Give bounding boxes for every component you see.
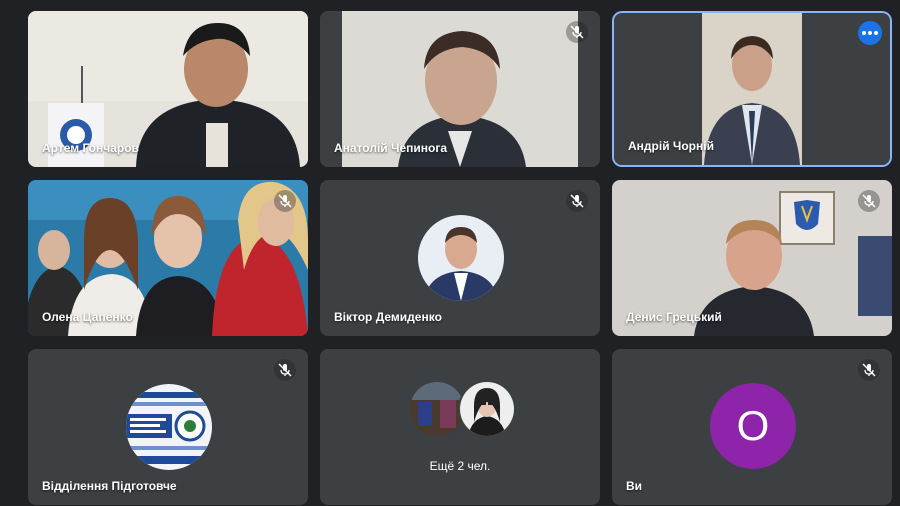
participant-tile-self[interactable]: О Ви <box>612 349 892 505</box>
participant-name: Віктор Демиденко <box>334 310 442 324</box>
mic-off-icon <box>566 21 588 43</box>
participant-name: Відділення Підготовче <box>42 479 177 493</box>
mic-off-icon <box>566 190 588 212</box>
more-horiz-icon[interactable] <box>858 21 882 45</box>
mic-off-icon <box>274 190 296 212</box>
more-participants-tile[interactable]: Ещё 2 чел. <box>320 349 600 505</box>
participant-name: Артем Гончаров <box>42 141 139 155</box>
avatar: О <box>710 383 796 469</box>
participant-tile-active[interactable]: Андрій Чорній <box>614 13 890 165</box>
participant-name: Андрій Чорній <box>628 139 714 153</box>
participant-name: Ви <box>626 479 643 493</box>
participant-tile[interactable]: Олена Цапенко <box>28 180 308 336</box>
avatar <box>418 215 504 301</box>
participant-name: Олена Цапенко <box>42 310 133 324</box>
avatar <box>126 384 212 470</box>
avatar <box>460 382 514 436</box>
mic-off-icon <box>274 359 296 381</box>
avatar <box>410 382 464 436</box>
more-participants-label: Ещё 2 чел. <box>429 459 491 473</box>
participant-tile[interactable]: Віктор Демиденко <box>320 180 600 336</box>
participant-tile[interactable]: Артем Гончаров <box>28 11 308 167</box>
participant-tile[interactable]: Відділення Підготовче <box>28 349 308 505</box>
participant-tile[interactable]: Анатолій Чепинога <box>320 11 600 167</box>
participant-tile[interactable]: Денис Грецький <box>612 180 892 336</box>
participant-name: Денис Грецький <box>626 310 722 324</box>
mic-off-icon <box>858 190 880 212</box>
participant-name: Анатолій Чепинога <box>334 141 447 155</box>
mic-off-icon <box>858 359 880 381</box>
